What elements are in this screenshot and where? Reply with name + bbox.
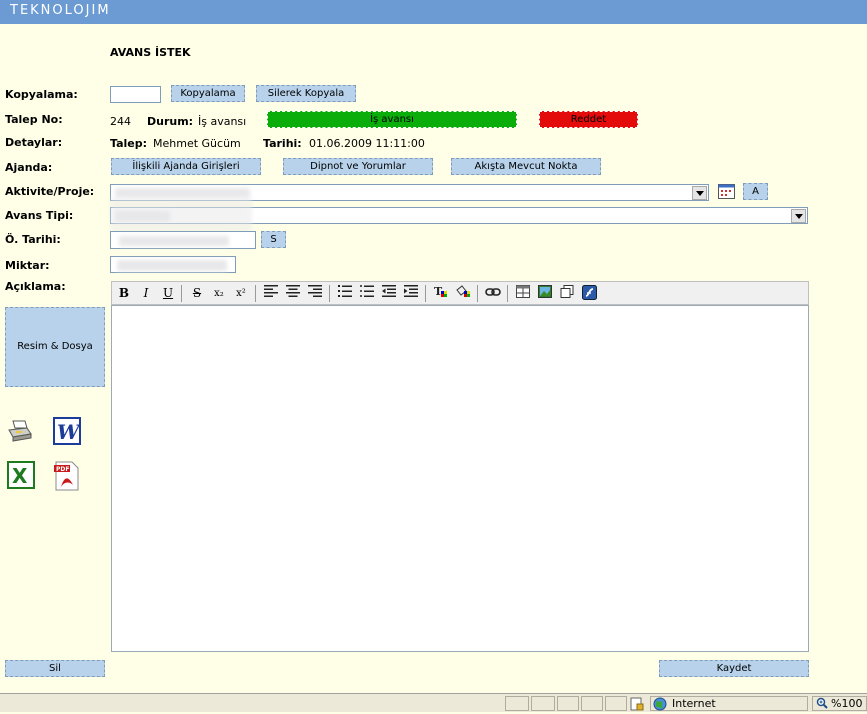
kaydet-button[interactable]: Kaydet <box>659 660 809 677</box>
redacted-value <box>117 260 227 271</box>
ordered-list-icon[interactable] <box>336 285 354 302</box>
link-icon[interactable] <box>484 285 502 302</box>
ajanda-label: Ajanda: <box>5 161 53 174</box>
pdf-icon[interactable]: PDF <box>53 461 81 491</box>
detaylar-label: Detaylar: <box>5 136 63 149</box>
unordered-list-icon[interactable] <box>358 285 376 302</box>
text-color-icon[interactable]: T <box>432 285 450 302</box>
akista-mevcut-nokta-button[interactable]: Akışta Mevcut Nokta <box>451 158 601 175</box>
indent-icon[interactable] <box>402 285 420 302</box>
durum-value: İş avansı <box>198 115 247 128</box>
svg-text:X: X <box>12 464 28 488</box>
strikethrough-button[interactable]: S <box>188 285 206 302</box>
redacted-value <box>119 236 229 246</box>
toolbar-separator <box>255 285 256 302</box>
browser-status-bar: Internet %100 <box>0 693 867 712</box>
kopyalama-button[interactable]: Kopyalama <box>171 85 245 102</box>
tarihi-label: Tarihi: <box>263 137 302 150</box>
aktivite-proje-label: Aktivite/Proje: <box>5 185 95 198</box>
print-icon[interactable] <box>7 418 33 444</box>
redacted-overlay <box>110 198 252 232</box>
talep-no-label: Talep No: <box>5 113 63 126</box>
underline-button[interactable]: U <box>159 285 177 302</box>
aciklama-editor[interactable] <box>111 305 809 652</box>
page-title: AVANS İSTEK <box>110 46 191 59</box>
align-left-icon[interactable] <box>262 285 280 302</box>
tarih-s-button[interactable]: S <box>261 231 286 248</box>
o-tarihi-label: Ö. Tarihi: <box>5 233 61 246</box>
security-page-icon[interactable] <box>630 697 644 711</box>
toolbar-separator <box>425 285 426 302</box>
toolbar-separator <box>181 285 182 302</box>
resim-dosya-button[interactable]: Resim & Dosya <box>5 307 105 387</box>
dipnot-yorumlar-button[interactable]: Dipnot ve Yorumlar <box>283 158 433 175</box>
status-cell <box>557 696 579 711</box>
image-icon[interactable] <box>536 285 554 302</box>
zone-cell: Internet <box>650 696 808 711</box>
superscript-button[interactable]: x² <box>232 285 250 302</box>
editor-toolbar: B I U S x₂ x² T <box>111 281 809 305</box>
zoom-cell[interactable]: %100 <box>812 696 867 711</box>
calendar-icon[interactable] <box>718 184 735 199</box>
zone-label: Internet <box>672 697 716 710</box>
zoom-icon <box>816 697 828 709</box>
table-icon[interactable] <box>514 285 532 302</box>
word-icon[interactable]: W <box>53 417 82 445</box>
subscript-button[interactable]: x₂ <box>210 285 228 302</box>
excel-icon[interactable]: X <box>7 461 35 489</box>
background-color-icon[interactable] <box>454 285 472 302</box>
outdent-icon[interactable] <box>380 285 398 302</box>
miktar-input[interactable] <box>110 256 236 273</box>
talep-no-value: 244 <box>110 115 131 128</box>
brand-logo: TEKNOLOJIM <box>10 3 111 18</box>
status-cell <box>581 696 603 711</box>
status-cell <box>505 696 529 711</box>
status-cell <box>605 696 627 711</box>
talep-value: Mehmet Gücüm <box>153 137 241 150</box>
toolbar-separator <box>329 285 330 302</box>
aktivite-a-button[interactable]: A <box>743 183 768 200</box>
align-center-icon[interactable] <box>284 285 302 302</box>
bold-button[interactable]: B <box>115 285 133 302</box>
toolbar-separator <box>507 285 508 302</box>
toolbar-separator <box>477 285 478 302</box>
tarihi-value: 01.06.2009 11:11:00 <box>309 137 425 150</box>
zoom-level: %100 <box>831 697 863 710</box>
reddet-button[interactable]: Reddet <box>539 111 638 128</box>
align-right-icon[interactable] <box>306 285 324 302</box>
avans-tipi-label: Avans Tipi: <box>5 209 74 222</box>
durum-label: Durum: <box>147 115 194 128</box>
o-tarihi-input[interactable] <box>110 231 256 249</box>
redacted-value <box>115 188 250 198</box>
dropdown-arrow-icon[interactable] <box>692 186 707 200</box>
italic-button[interactable]: I <box>137 285 155 302</box>
internet-globe-icon <box>653 697 667 711</box>
copy-icon[interactable] <box>558 285 576 302</box>
miktar-label: Miktar: <box>5 259 50 272</box>
silerek-kopyala-button[interactable]: Silerek Kopyala <box>256 85 356 102</box>
sil-button[interactable]: Sil <box>5 660 105 677</box>
top-bar: TEKNOLOJIM <box>0 0 867 24</box>
svg-text:W: W <box>57 420 81 444</box>
talep-label: Talep: <box>110 137 148 150</box>
status-cell <box>531 696 555 711</box>
iliskili-ajanda-button[interactable]: İlişkili Ajanda Girişleri <box>111 158 261 175</box>
aciklama-label: Açıklama: <box>5 280 66 293</box>
kopyalama-label: Kopyalama: <box>5 88 78 101</box>
is-avansi-button[interactable]: İş avansı <box>267 111 517 128</box>
flash-icon[interactable] <box>580 285 598 302</box>
kopyalama-input[interactable] <box>110 86 161 103</box>
svg-text:PDF: PDF <box>56 466 69 473</box>
dropdown-arrow-icon[interactable] <box>791 209 806 223</box>
